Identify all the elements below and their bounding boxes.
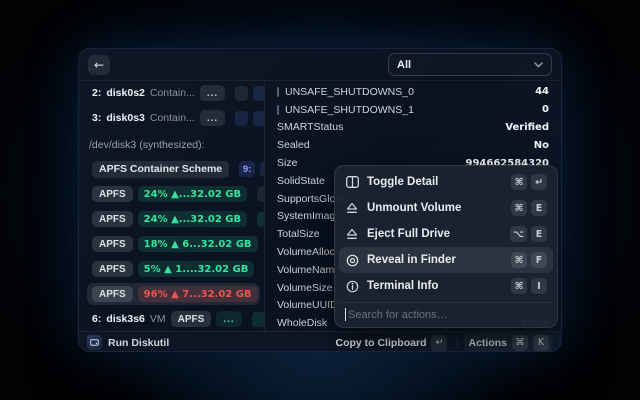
detail-row: UNSAFE_SHUTDOWNS_044 [277,83,549,101]
usage-badge: 5% ▲ 1....32.02 GB [138,261,255,277]
eject-icon [345,227,359,241]
keycap-k: K [533,335,549,351]
keycap-cmd: ⌘ [511,278,527,294]
list-item-volume-1[interactable]: APFS 24% ▲...32.02 GB [87,183,260,205]
list-item-disk0s3[interactable]: 3: disk0s3 Contain... ... [87,107,260,129]
keycap-return: ↵ [531,174,547,190]
list-item-volume-3[interactable]: APFS 18% ▲ 6...32.02 GB [87,233,260,255]
text-caret [345,308,346,321]
menu-item-unmount-volume[interactable]: Unmount Volume ⌘ E [339,195,553,221]
menu-item-label: Toggle Detail [367,176,438,188]
usage-badge: 18% ▲ 6...32.02 GB [138,236,258,252]
more-pill: ... [200,110,225,126]
keycap-f: F [531,252,547,268]
filter-dropdown[interactable]: All [388,53,552,76]
eye-icon [345,253,359,267]
nested-indent-bar [277,87,279,97]
detail-row: SealedNo [277,136,549,154]
redacted-badge [252,312,265,327]
redacted-badge [257,212,265,227]
back-button[interactable]: ← [88,55,110,75]
filter-dropdown-value: All [397,59,411,71]
menu-item-label: Eject Full Drive [367,228,450,240]
detail-row: UNSAFE_SHUTDOWNS_10 [277,101,549,119]
fs-pill: APFS [92,186,133,202]
list-item-disk3s6[interactable]: 6: disk3s6 VM APFS ... [87,308,260,330]
fs-pill: APFS [92,236,133,252]
redacted-badge [235,86,248,101]
app-window: ← All 2: disk0s2 Contain... ... 3: d [78,48,562,352]
fs-pill: APFS [92,286,133,302]
divider [457,337,458,349]
nested-indent-bar [277,105,279,115]
usage-badge: 96% ▲ 7...32.02 GB [138,286,258,302]
menu-item-eject-full-drive[interactable]: Eject Full Drive ⌥ E [339,221,553,247]
chevron-down-icon [534,59,543,71]
list-item-volume-2[interactable]: APFS 24% ▲...32.02 GB [87,208,260,230]
info-icon [345,279,359,293]
menu-item-terminal-info[interactable]: Terminal Info ⌘ I [339,273,553,299]
keycap-i: I [531,278,547,294]
disk-list: 2: disk0s2 Contain... ... 3: disk0s3 Con… [79,81,265,331]
usage-badge: 24% ▲...32.02 GB [138,186,247,202]
list-item-apfs-container-scheme[interactable]: APFS Container Scheme 9: [87,158,260,180]
menu-item-label: Reveal in Finder [367,254,456,266]
menu-item-label: Unmount Volume [367,202,461,214]
keycap-e: E [531,200,547,216]
eject-icon [345,201,359,215]
list-item-disk0s2[interactable]: 2: disk0s2 Contain... ... [87,82,260,104]
actions-button[interactable]: Actions ⌘ K [464,333,553,353]
scheme-pill: APFS Container Scheme [92,161,229,178]
action-search-row [339,302,553,327]
copy-to-clipboard-button[interactable]: Copy to Clipboard ↵ [331,333,451,353]
titlebar: ← All [79,49,561,81]
diskutil-app-icon [87,335,102,350]
keycap-option: ⌥ [510,226,527,242]
section-header-dev-disk3: /dev/disk3 (synthesized): [87,135,260,155]
fs-pill: APFS [92,261,133,277]
redacted-badge [235,111,248,126]
status-bar: Run Diskutil Copy to Clipboard ↵ Actions… [79,331,561,352]
redacted-badge [253,111,265,126]
menu-item-reveal-in-finder[interactable]: Reveal in Finder ⌘ F [339,247,553,273]
more-pill: ... [200,85,225,101]
number-badge: 9: [239,161,255,177]
menu-item-toggle-detail[interactable]: Toggle Detail ⌘ ↵ [339,169,553,195]
redacted-badge [257,187,265,202]
detail-row: SMARTStatusVerified [277,119,549,137]
fs-pill: APFS [92,211,133,227]
back-arrow-icon: ← [94,58,104,72]
keycap-cmd: ⌘ [511,200,527,216]
keycap-cmd: ⌘ [511,174,527,190]
keycap-cmd: ⌘ [511,252,527,268]
usage-badge: 24% ▲...32.02 GB [138,211,247,227]
list-item-volume-5-selected[interactable]: APFS 96% ▲ 7...32.02 GB [87,283,260,305]
action-search-input[interactable] [348,309,547,321]
redacted-badge [253,86,265,101]
menu-item-label: Terminal Info [367,280,438,292]
toggle-detail-icon [345,175,359,189]
keycap-return: ↵ [431,335,447,351]
keycap-e: E [531,226,547,242]
command-title: Run Diskutil [108,337,169,349]
fs-pill: APFS [171,311,212,327]
more-pill: ... [216,311,241,327]
list-item-volume-4[interactable]: APFS 5% ▲ 1....32.02 GB [87,258,260,280]
keycap-cmd: ⌘ [512,335,528,351]
actions-menu: Toggle Detail ⌘ ↵ Unmount Volume ⌘ E Eje… [334,165,558,328]
